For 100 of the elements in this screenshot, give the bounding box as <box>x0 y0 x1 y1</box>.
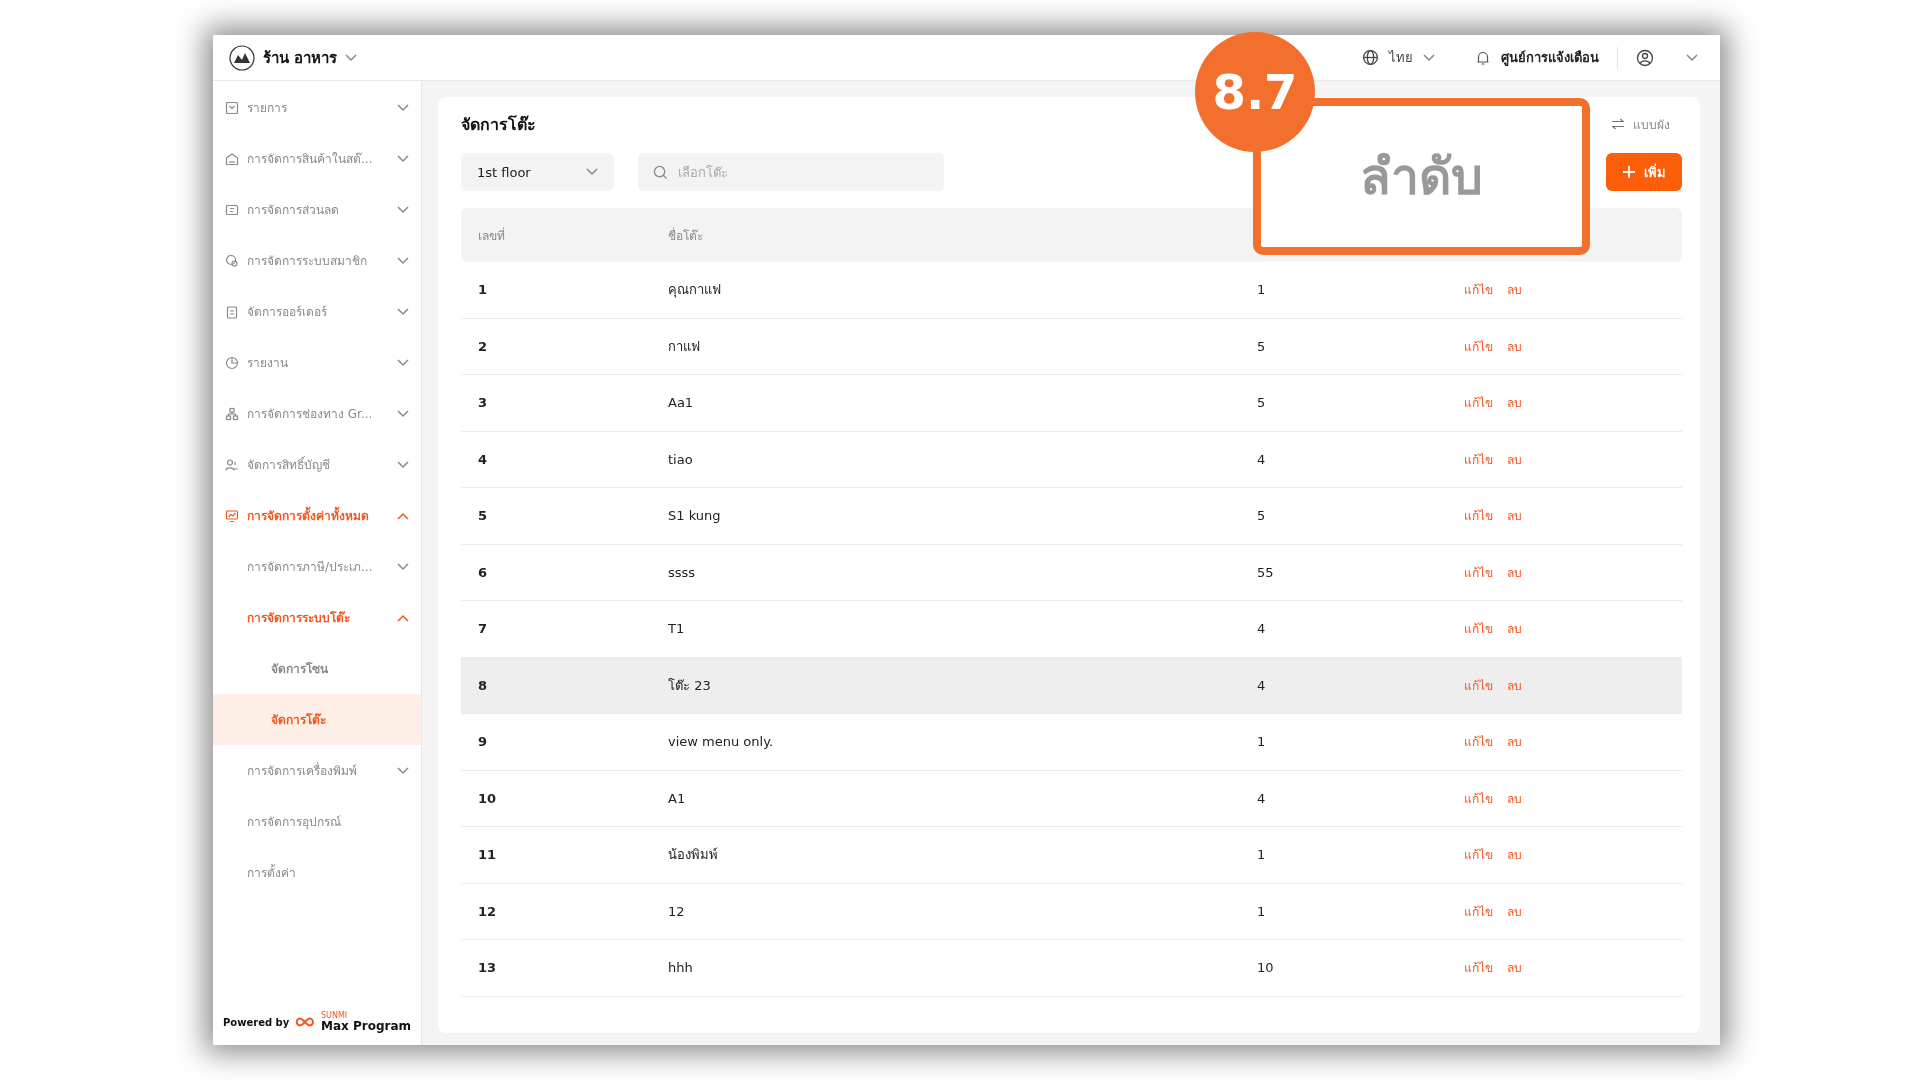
store-icon <box>225 151 239 166</box>
language-selector[interactable]: ไทย <box>1389 47 1413 68</box>
bell-icon[interactable] <box>1475 49 1491 66</box>
action-link[interactable]: แก้ไข <box>1464 732 1493 752</box>
action-link[interactable]: แก้ไข <box>1464 845 1493 865</box>
table-cell-text: 5 <box>1257 395 1267 411</box>
sidebar-subitem[interactable]: การจัดการเครื่องพิมพ์ <box>213 745 421 796</box>
chevron-down-icon <box>345 53 358 62</box>
table-cell-text: 10 <box>1257 960 1275 976</box>
action-link[interactable]: ลบ <box>1507 336 1522 356</box>
sidebar-subitem[interactable]: การตั้งค่า <box>213 847 421 898</box>
action-link[interactable]: ลบ <box>1507 506 1522 526</box>
sidebar-item[interactable]: รายการ <box>213 82 421 133</box>
action-link[interactable]: แก้ไข <box>1464 280 1493 300</box>
user-icon[interactable] <box>1636 48 1654 67</box>
table-cell-text: 1 <box>1257 847 1267 863</box>
clipboard-icon <box>225 304 239 319</box>
list-icon <box>225 100 239 115</box>
table-cell-text: T1 <box>668 621 686 637</box>
chevron-down-icon <box>397 103 409 112</box>
sidebar-subitem[interactable]: การจัดการระบบโต๊ะ <box>213 592 421 643</box>
action-link[interactable]: ลบ <box>1507 280 1522 300</box>
table-cell-text: 7 <box>477 621 489 637</box>
action-link[interactable]: แก้ไข <box>1464 619 1493 639</box>
chevron-up-icon <box>397 511 409 520</box>
action-link[interactable]: ลบ <box>1507 788 1522 808</box>
plus-icon <box>1622 165 1636 179</box>
monitor-icon <box>225 508 239 523</box>
sidebar-subitem[interactable]: การจัดการอุปกรณ์ <box>213 796 421 847</box>
sidebar-subitem[interactable]: จัดการโต๊ะ <box>213 694 421 745</box>
table-cell-text: 4 <box>1257 451 1267 467</box>
action-link[interactable]: แก้ไข <box>1464 562 1493 582</box>
table-cell-text: hhh <box>668 960 694 976</box>
table-cell-text: ssss <box>668 564 697 580</box>
store-name[interactable]: ร้าน อาหาร <box>263 45 338 70</box>
action-link[interactable]: แก้ไข <box>1464 788 1493 808</box>
sidebar-item[interactable]: จัดการสิทธิ์บัญชี <box>213 439 421 490</box>
action-link[interactable]: แก้ไข <box>1464 675 1493 695</box>
table-cell-text: 12 <box>477 903 498 919</box>
column-header: เลขที่ <box>477 226 506 245</box>
chevron-down-icon <box>586 168 598 176</box>
action-link[interactable]: ลบ <box>1507 845 1522 865</box>
search-field[interactable]: เลือกโต๊ะ <box>638 153 944 191</box>
callout-label: ลำดับ <box>1360 147 1483 208</box>
table-cell-text: 6 <box>477 564 489 580</box>
chevron-down-icon <box>397 307 409 316</box>
table-cell-text: 1 <box>1257 282 1267 298</box>
chevron-down-icon <box>397 409 409 418</box>
table-cell-text: 1 <box>1257 734 1267 750</box>
column-header: ชื่อโต๊ะ <box>668 226 704 245</box>
action-link[interactable]: แก้ไข <box>1464 393 1493 413</box>
layout-toggle-button[interactable]: แบบผัง <box>1611 114 1670 134</box>
action-link[interactable]: ลบ <box>1507 619 1522 639</box>
ticket-icon <box>225 202 239 217</box>
table-cell-text: tiao <box>668 451 694 467</box>
table-cell-text: 2 <box>477 338 489 354</box>
table-cell-text: 5 <box>477 508 489 524</box>
table-cell-text: Aa1 <box>668 395 695 411</box>
sidebar-item[interactable]: การจัดการตั้งค่าทั้งหมด <box>213 490 421 541</box>
sidebar-item[interactable]: การจัดการช่องทาง Gr... <box>213 388 421 439</box>
chevron-down-icon <box>397 205 409 214</box>
table-cell-text: 10 <box>477 790 498 806</box>
search-icon <box>653 164 668 180</box>
chevron-down-icon <box>397 154 409 163</box>
floor-dropdown[interactable]: 1st floor <box>461 153 614 191</box>
network-icon <box>225 406 239 421</box>
table-cell-text: 4 <box>1257 790 1267 806</box>
action-link[interactable]: ลบ <box>1507 958 1522 978</box>
action-link[interactable]: ลบ <box>1507 901 1522 921</box>
globe-icon[interactable] <box>1362 49 1379 66</box>
sidebar-item[interactable]: รายงาน <box>213 337 421 388</box>
action-link[interactable]: แก้ไข <box>1464 336 1493 356</box>
action-link[interactable]: แก้ไข <box>1464 449 1493 469</box>
table-cell-text: 5 <box>1257 508 1267 524</box>
pie-chart-icon <box>225 355 239 370</box>
add-button[interactable]: เพิ่ม <box>1606 153 1682 191</box>
action-link[interactable]: ลบ <box>1507 393 1522 413</box>
action-link[interactable]: แก้ไข <box>1464 901 1493 921</box>
action-link[interactable]: ลบ <box>1507 562 1522 582</box>
table-cell-text: S1 kung <box>668 508 722 524</box>
sidebar-subitem[interactable]: การจัดการภาษี/ประเภ... <box>213 541 421 592</box>
store-logo-icon <box>229 44 255 71</box>
action-link[interactable]: ลบ <box>1507 732 1522 752</box>
action-link[interactable]: แก้ไข <box>1464 958 1493 978</box>
sidebar-item[interactable]: การจัดการส่วนลด <box>213 184 421 235</box>
notification-center-link[interactable]: ศูนย์การแจ้งเตือน <box>1501 47 1599 68</box>
table-cell-text: 11 <box>477 847 498 863</box>
action-link[interactable]: ลบ <box>1507 449 1522 469</box>
sidebar-item[interactable]: การจัดการระบบสมาชิก <box>213 235 421 286</box>
chevron-down-icon <box>397 766 409 775</box>
brand-name: Max Program <box>320 1020 411 1032</box>
users-icon <box>225 457 239 472</box>
table-cell-text: 9 <box>477 734 489 750</box>
sidebar-item[interactable]: การจัดการสินค้าในสต๊... <box>213 133 421 184</box>
action-link[interactable]: แก้ไข <box>1464 506 1493 526</box>
table-cell-text: 1 <box>477 282 489 298</box>
sidebar-item[interactable]: จัดการออร์เดอร์ <box>213 286 421 337</box>
action-link[interactable]: ลบ <box>1507 675 1522 695</box>
sidebar-subitem[interactable]: จัดการโซน <box>213 643 421 694</box>
chevron-down-icon <box>397 358 409 367</box>
